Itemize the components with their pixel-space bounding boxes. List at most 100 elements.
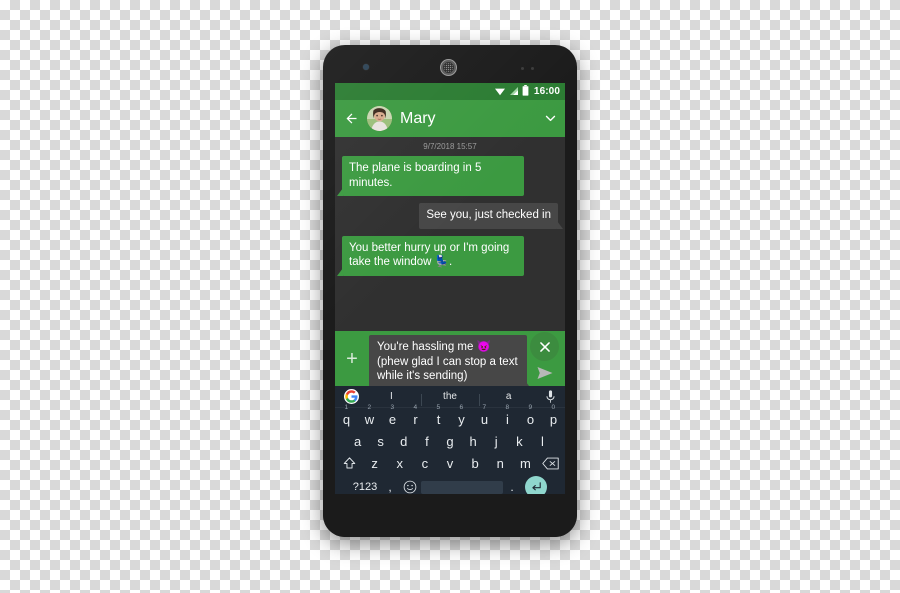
key-label: p bbox=[549, 411, 558, 427]
symbols-key[interactable]: ?123 bbox=[349, 474, 381, 494]
proximity-sensor-icon bbox=[521, 67, 524, 70]
key-h[interactable]: h bbox=[462, 430, 485, 452]
keyboard-row-4: ?123 , . bbox=[335, 474, 565, 494]
keyboard-row-3: z x c v b n m bbox=[335, 452, 565, 474]
suggestion-item[interactable]: a bbox=[479, 391, 538, 406]
phone-screen: 16:00 Mary 9/7/2018 15:57 The plane is b… bbox=[335, 83, 565, 494]
key-s[interactable]: s bbox=[369, 430, 392, 452]
key-t[interactable]: 5t bbox=[427, 404, 450, 430]
phone-device: 16:00 Mary 9/7/2018 15:57 The plane is b… bbox=[323, 45, 577, 537]
shift-key-icon[interactable] bbox=[336, 452, 362, 474]
phone-top-bezel bbox=[323, 45, 577, 83]
key-label: e bbox=[388, 411, 397, 427]
backspace-key-icon[interactable] bbox=[538, 452, 564, 474]
key-m[interactable]: m bbox=[513, 452, 538, 474]
comma-key[interactable]: , bbox=[381, 474, 399, 494]
light-sensor-icon bbox=[531, 67, 534, 70]
key-sup: 2 bbox=[367, 404, 372, 411]
send-button[interactable] bbox=[533, 364, 557, 382]
key-sup: 5 bbox=[436, 404, 441, 411]
keyboard-row-1: 1q 2w 3e 4r 5t 6y 7u 8i 9o 0p bbox=[335, 404, 565, 430]
emoji-key-icon[interactable] bbox=[399, 474, 421, 494]
key-g[interactable]: g bbox=[438, 430, 461, 452]
back-arrow-icon[interactable] bbox=[344, 111, 359, 126]
key-v[interactable]: v bbox=[437, 452, 462, 474]
sending-message-text: You're hassling me bbox=[377, 341, 477, 353]
sending-message-bubble[interactable]: You're hassling me 😈 (phew glad I can st… bbox=[369, 335, 532, 390]
key-o[interactable]: 9o bbox=[519, 404, 542, 430]
key-sup: 1 bbox=[344, 404, 349, 411]
keyboard-row-2: a s d f g h j k l bbox=[335, 430, 565, 452]
key-p[interactable]: 0p bbox=[542, 404, 565, 430]
key-a[interactable]: a bbox=[346, 430, 369, 452]
message-row: You better hurry up or I'm going take th… bbox=[335, 235, 565, 276]
key-sup: 6 bbox=[459, 404, 464, 411]
key-label: w bbox=[364, 411, 375, 427]
key-f[interactable]: f bbox=[415, 430, 438, 452]
key-i[interactable]: 8i bbox=[496, 404, 519, 430]
key-d[interactable]: d bbox=[392, 430, 415, 452]
key-c[interactable]: c bbox=[412, 452, 437, 474]
battery-icon bbox=[522, 83, 529, 101]
cell-signal-icon bbox=[509, 83, 519, 101]
key-label: u bbox=[480, 411, 489, 427]
key-q[interactable]: 1q bbox=[335, 404, 358, 430]
suggestion-item[interactable]: I bbox=[362, 391, 421, 402]
outgoing-message-bubble[interactable]: The plane is boarding in 5 minutes. bbox=[336, 156, 525, 196]
key-n[interactable]: n bbox=[488, 452, 513, 474]
key-x[interactable]: x bbox=[387, 452, 412, 474]
key-label: o bbox=[526, 411, 535, 427]
wifi-icon bbox=[494, 83, 506, 101]
key-e[interactable]: 3e bbox=[381, 404, 404, 430]
enter-key-circle bbox=[525, 476, 547, 494]
key-label: q bbox=[342, 411, 351, 427]
key-l[interactable]: l bbox=[531, 430, 554, 452]
key-label: r bbox=[413, 411, 418, 427]
add-attachment-icon[interactable]: + bbox=[335, 349, 369, 369]
key-w[interactable]: 2w bbox=[358, 404, 381, 430]
key-b[interactable]: b bbox=[463, 452, 488, 474]
status-bar-clock: 16:00 bbox=[533, 86, 560, 97]
phone-bottom-bezel bbox=[323, 494, 577, 537]
key-label: t bbox=[436, 411, 441, 427]
chevron-down-icon[interactable] bbox=[543, 111, 558, 126]
message-row: See you, just checked in bbox=[335, 203, 565, 229]
key-label: y bbox=[458, 411, 465, 427]
message-text: The plane is boarding in 5 minutes. bbox=[349, 162, 482, 189]
key-sup: 0 bbox=[551, 404, 556, 411]
microphone-icon[interactable] bbox=[538, 389, 562, 404]
screenshot-canvas: 16:00 Mary 9/7/2018 15:57 The plane is b… bbox=[0, 0, 900, 593]
message-list[interactable]: 9/7/2018 15:57 The plane is boarding in … bbox=[335, 137, 565, 331]
smiling-devil-emoji: 😈 bbox=[476, 341, 491, 353]
cancel-send-button[interactable] bbox=[530, 332, 559, 361]
outgoing-message-bubble[interactable]: You better hurry up or I'm going take th… bbox=[336, 235, 525, 276]
front-camera-icon bbox=[363, 64, 369, 70]
key-j[interactable]: j bbox=[485, 430, 508, 452]
key-sup: 3 bbox=[390, 404, 395, 411]
message-composer: + You're hassling me 😈 (phew glad I can … bbox=[335, 331, 565, 390]
message-text: See you, just checked in bbox=[426, 209, 551, 221]
key-r[interactable]: 4r bbox=[404, 404, 427, 430]
key-label: i bbox=[506, 411, 509, 427]
spacebar-key[interactable] bbox=[421, 480, 503, 494]
key-sup: 9 bbox=[528, 404, 533, 411]
sending-message-text-line2: (phew glad I can stop a text while it's … bbox=[377, 355, 518, 383]
key-k[interactable]: k bbox=[508, 430, 531, 452]
seat-emoji: 💺 bbox=[434, 256, 449, 268]
contact-avatar[interactable] bbox=[367, 106, 392, 131]
key-z[interactable]: z bbox=[362, 452, 387, 474]
key-sup: 7 bbox=[482, 404, 487, 411]
contact-name: Mary bbox=[400, 109, 436, 127]
google-logo-icon[interactable] bbox=[341, 389, 362, 404]
conversation-timestamp: 9/7/2018 15:57 bbox=[423, 142, 477, 151]
on-screen-keyboard: I the a 1q 2w 3e 4r 5t 6y 7u 8i 9o 0 p a… bbox=[335, 386, 565, 494]
incoming-message-bubble[interactable]: See you, just checked in bbox=[419, 203, 563, 229]
suggestion-item[interactable]: the bbox=[420, 391, 480, 406]
period-key[interactable]: . bbox=[503, 474, 521, 494]
status-bar: 16:00 bbox=[335, 83, 565, 100]
key-sup: 4 bbox=[413, 404, 418, 411]
key-y[interactable]: 6y bbox=[450, 404, 473, 430]
key-u[interactable]: 7u bbox=[473, 404, 496, 430]
conversation-app-bar: Mary bbox=[335, 100, 565, 137]
enter-key-icon[interactable] bbox=[521, 474, 551, 494]
